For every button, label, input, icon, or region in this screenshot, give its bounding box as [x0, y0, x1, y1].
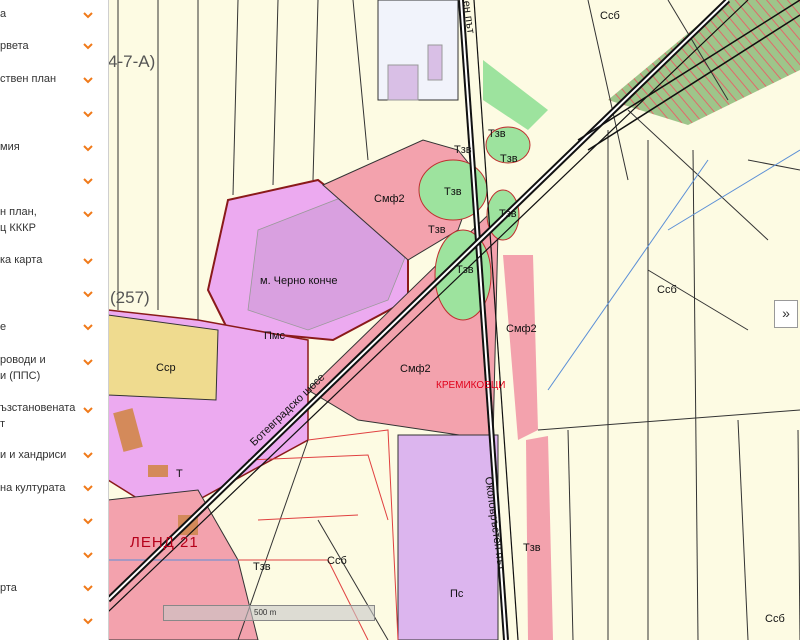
- map-label-ssb: Ссб: [765, 613, 785, 625]
- map-label-tzv: Тзв: [253, 561, 271, 573]
- sidebar-item-17[interactable]: рта: [0, 572, 106, 605]
- chevron-down-icon[interactable]: [82, 321, 94, 333]
- scale-label: 500 m: [254, 608, 277, 617]
- sidebar-item-13[interactable]: и и хандриси: [0, 439, 106, 473]
- chevron-down-icon[interactable]: [82, 582, 94, 594]
- map-label-tzv: Тзв: [454, 144, 472, 156]
- chevron-down-icon[interactable]: [82, 288, 94, 300]
- map-view[interactable]: 4-7-А) (257) Ссб Смф2 Смф2 Смф2 Тзв Тзв …: [108, 0, 800, 640]
- map-label-parcel-number: (257): [110, 288, 150, 307]
- map-label-area-code: 4-7-А): [108, 52, 156, 71]
- sidebar-item-label: н план, ц КККР: [0, 206, 37, 234]
- scale-bar: 500 m: [163, 605, 375, 621]
- chevron-down-icon[interactable]: [82, 40, 94, 52]
- sidebar-item-label: роводи и и (ППС): [0, 354, 46, 382]
- map-label-smf2: Смф2: [400, 363, 431, 375]
- map-label-tzv: Тзв: [499, 208, 517, 220]
- sidebar-item-label: рта: [0, 582, 17, 594]
- map-label-t: Т: [176, 468, 183, 480]
- sidebar-item-label: е: [0, 321, 7, 333]
- chevron-down-icon[interactable]: [82, 142, 94, 154]
- chevron-down-icon[interactable]: [82, 208, 94, 220]
- map-label-locality: м. Черно конче: [260, 275, 338, 287]
- sidebar-item-14[interactable]: на културата: [0, 472, 106, 506]
- map-canvas: [108, 0, 800, 640]
- sidebar-item-5[interactable]: мия: [0, 131, 106, 166]
- sidebar-item-10[interactable]: е: [0, 311, 106, 345]
- sidebar-item-label: рвета: [0, 40, 29, 52]
- chevron-down-icon[interactable]: [82, 74, 94, 86]
- chevron-down-icon[interactable]: [82, 515, 94, 527]
- sidebar-item-1[interactable]: а: [0, 0, 106, 31]
- map-label-pms: Пмс: [264, 330, 285, 342]
- sidebar-item-label: ка карта: [0, 254, 43, 266]
- sidebar-item-7[interactable]: н план, ц КККР: [0, 197, 106, 245]
- map-label-tzv: Тзв: [500, 153, 518, 165]
- map-label-ssb: Ссб: [657, 284, 677, 296]
- map-label-ssb: Ссб: [327, 555, 347, 567]
- chevron-down-icon[interactable]: [82, 615, 94, 627]
- map-label-ssr: Сср: [156, 362, 176, 374]
- sidebar-item-8[interactable]: ка карта: [0, 244, 106, 279]
- layer-sidebar: а рвета ствен план мия н план, ц КККР ка…: [0, 0, 109, 640]
- chevron-down-icon[interactable]: [82, 549, 94, 561]
- map-label-smf2: Смф2: [506, 323, 537, 335]
- sidebar-item-18[interactable]: [0, 604, 106, 640]
- sidebar-item-label: и и хандриси: [0, 449, 67, 461]
- sidebar-item-label: ствен план: [0, 73, 57, 85]
- map-label-tzv: Тзв: [523, 542, 541, 554]
- map-label-legend: ЛЕНД 21: [130, 534, 199, 551]
- sidebar-item-label: а: [0, 8, 7, 20]
- sidebar-item-label: ъзстановената т: [0, 402, 76, 430]
- expand-panel-button[interactable]: »: [774, 300, 798, 328]
- sidebar-item-12[interactable]: ъзстановената т: [0, 392, 106, 440]
- sidebar-item-label: мия: [0, 141, 20, 153]
- chevron-down-icon[interactable]: [82, 175, 94, 187]
- map-label-tzv: Тзв: [428, 224, 446, 236]
- map-label-smf2: Смф2: [374, 193, 405, 205]
- map-label-district: КРЕМИКОВЦИ: [436, 380, 506, 391]
- sidebar-item-15[interactable]: [0, 505, 106, 539]
- sidebar-item-label: на културата: [0, 482, 66, 494]
- sidebar-item-3[interactable]: ствен план: [0, 63, 106, 99]
- chevron-down-icon[interactable]: [82, 404, 94, 416]
- chevron-down-icon[interactable]: [82, 449, 94, 461]
- map-label-tzv: Тзв: [488, 128, 506, 140]
- sidebar-item-11[interactable]: роводи и и (ППС): [0, 344, 106, 393]
- sidebar-item-16[interactable]: [0, 538, 106, 573]
- chevron-down-icon[interactable]: [82, 482, 94, 494]
- sidebar-item-9[interactable]: [0, 278, 106, 312]
- sidebar-item-2[interactable]: рвета: [0, 30, 106, 64]
- map-label-tzv: Тзв: [444, 186, 462, 198]
- double-chevron-right-icon: »: [782, 305, 790, 321]
- map-label-ps: Пс: [450, 588, 464, 600]
- chevron-down-icon[interactable]: [82, 9, 94, 21]
- sidebar-item-6[interactable]: [0, 165, 106, 198]
- map-label-tzv: Тзв: [456, 264, 474, 276]
- chevron-down-icon[interactable]: [82, 108, 94, 120]
- map-label-ssb: Ссб: [600, 10, 620, 22]
- chevron-down-icon[interactable]: [82, 356, 94, 368]
- sidebar-item-4[interactable]: [0, 98, 106, 132]
- chevron-down-icon[interactable]: [82, 255, 94, 267]
